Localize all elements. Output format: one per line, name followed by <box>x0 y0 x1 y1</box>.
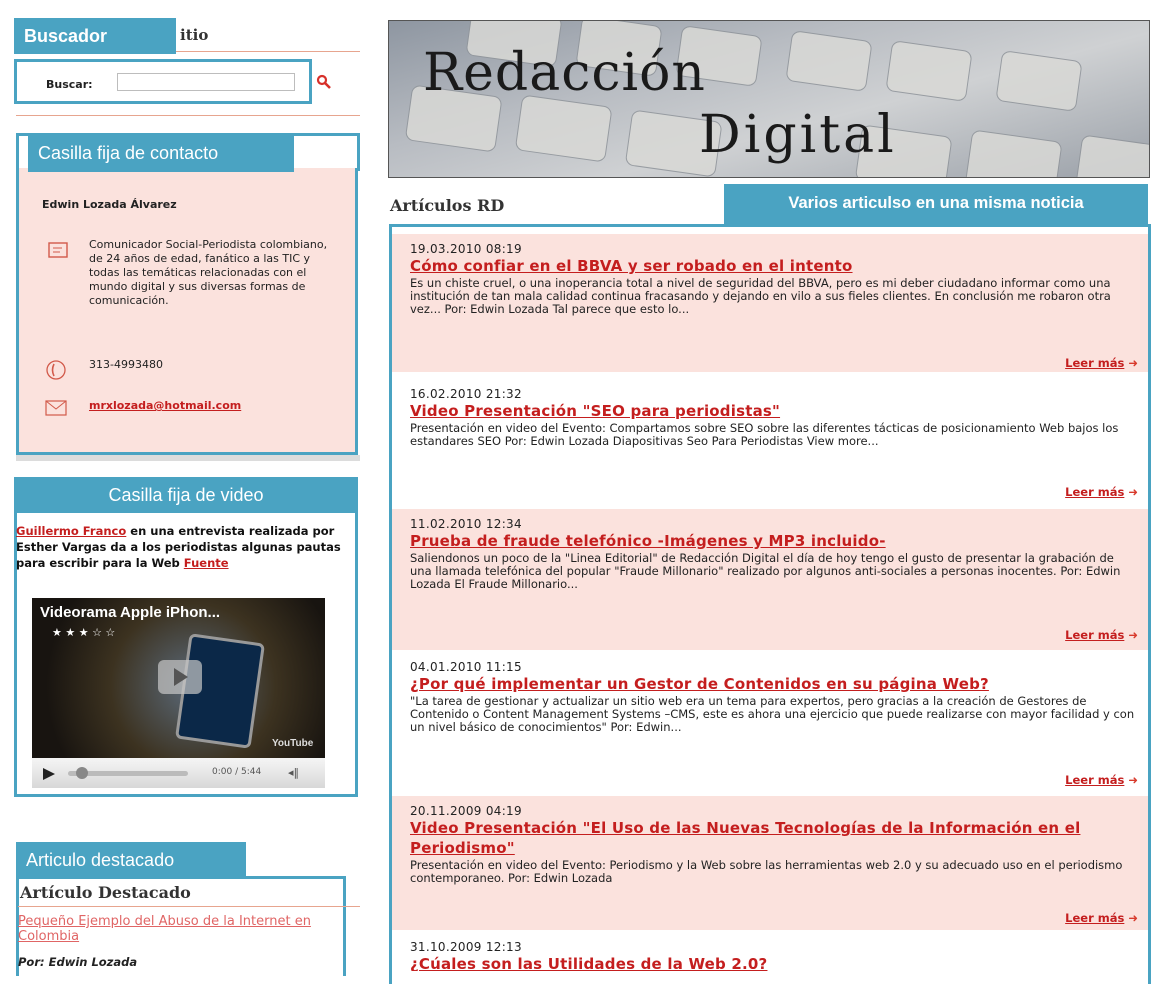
article-summary: Es un chiste cruel, o una inoperancia to… <box>410 276 1111 316</box>
article-date: 16.02.2010 21:32 <box>410 387 522 401</box>
article-date: 11.02.2010 12:34 <box>410 517 522 531</box>
article-summary: "La tarea de gestionar y actualizar un s… <box>410 694 1135 734</box>
divider <box>18 906 360 907</box>
search-label: Buscar: <box>46 78 93 91</box>
read-more-label: Leer más <box>1065 911 1125 925</box>
contact-email-link[interactable]: mrxlozada@hotmail.com <box>89 399 241 413</box>
contact-name: Edwin Lozada Álvarez <box>42 198 177 211</box>
article-date: 04.01.2010 11:15 <box>410 660 522 674</box>
search-input[interactable] <box>117 73 295 91</box>
video-tab-header: Casilla fija de video <box>14 477 358 513</box>
message-icon <box>46 238 70 262</box>
video-description: Guillermo Franco en una entrevista reali… <box>16 523 356 571</box>
contact-phone: 313-4993480 <box>89 358 163 371</box>
video-title: Videorama Apple iPhon... <box>40 604 221 621</box>
arrow-right-icon: ➜ <box>1128 356 1138 370</box>
read-more-label: Leer más <box>1065 773 1125 787</box>
article-item: 04.01.2010 11:15 ¿Por qué implementar un… <box>392 652 1148 794</box>
article-title-link[interactable]: ¿Cúales son las Utilidades de la Web 2.0… <box>410 955 767 971</box>
divider <box>16 115 360 116</box>
progress-handle[interactable] <box>76 767 88 779</box>
article-summary: Presentación en video del Evento: Period… <box>410 858 1123 885</box>
featured-heading: Artículo Destacado <box>20 883 191 902</box>
article-item: 16.02.2010 21:32 Video Presentación "SEO… <box>392 379 1148 507</box>
play-button[interactable] <box>42 766 56 785</box>
article-date: 31.10.2009 12:13 <box>410 940 522 954</box>
play-icon[interactable] <box>158 660 202 694</box>
article-title-link[interactable]: ¿Por qué implementar un Gestor de Conten… <box>410 675 989 693</box>
volume-icon[interactable]: ◂‖ <box>288 766 299 779</box>
articles-tab-header: Varios articulso en una misma noticia <box>724 184 1148 224</box>
banner-title-line1: Redacción <box>423 43 706 103</box>
read-more-label: Leer más <box>1065 628 1125 642</box>
read-more-link[interactable]: Leer más ➜ <box>1065 628 1138 642</box>
search-section-title-suffix: itio <box>180 26 209 44</box>
video-controls: 0:00 / 5:44 ◂‖ <box>32 758 325 788</box>
contact-tab-header: Casilla fija de contacto <box>28 135 294 172</box>
youtube-logo: YouTube <box>272 738 314 749</box>
arrow-right-icon: ➜ <box>1128 911 1138 925</box>
guillermo-franco-link[interactable]: Guillermo Franco <box>16 524 126 538</box>
article-summary: Saliendonos un poco de la "Linea Editori… <box>410 551 1121 591</box>
featured-tab-header: Articulo destacado <box>16 842 246 878</box>
read-more-link[interactable]: Leer más ➜ <box>1065 773 1138 787</box>
article-summary: Presentación en video del Evento: Compar… <box>410 421 1119 448</box>
featured-author: Por: Edwin Lozada <box>18 955 138 969</box>
rating-stars: ★ ★ ★ ☆ ☆ <box>52 626 116 639</box>
article-title-link[interactable]: Video Presentación "El Uso de las Nuevas… <box>410 819 1080 857</box>
arrow-right-icon: ➜ <box>1128 628 1138 642</box>
source-link[interactable]: Fuente <box>184 556 229 570</box>
article-date: 20.11.2009 04:19 <box>410 804 522 818</box>
mail-icon <box>44 396 68 420</box>
video-player[interactable]: Videorama Apple iPhon... ★ ★ ★ ☆ ☆ YouTu… <box>32 598 325 788</box>
read-more-link[interactable]: Leer más ➜ <box>1065 356 1138 370</box>
article-item: 19.03.2010 08:19 Cómo confiar en el BBVA… <box>392 234 1148 372</box>
contact-bio: Comunicador Social-Periodista colombiano… <box>89 238 328 307</box>
search-tab-header: Buscador <box>14 18 176 54</box>
featured-article-link[interactable]: Pequeño Ejemplo del Abuso de la Internet… <box>18 914 328 944</box>
article-date: 19.03.2010 08:19 <box>410 242 522 256</box>
read-more-link[interactable]: Leer más ➜ <box>1065 911 1138 925</box>
video-time: 0:00 / 5:44 <box>212 767 262 777</box>
read-more-link[interactable]: Leer más ➜ <box>1065 485 1138 499</box>
read-more-label: Leer más <box>1065 485 1125 499</box>
arrow-right-icon: ➜ <box>1128 773 1138 787</box>
read-more-label: Leer más <box>1065 356 1125 370</box>
magnifier-icon[interactable] <box>316 74 332 90</box>
banner-title-line2: Digital <box>699 105 897 165</box>
article-title-link[interactable]: Video Presentación "SEO para periodistas… <box>410 402 780 420</box>
phone-icon <box>44 358 68 382</box>
article-item: 11.02.2010 12:34 Prueba de fraude telefó… <box>392 509 1148 650</box>
arrow-right-icon: ➜ <box>1128 485 1138 499</box>
contact-panel-bottom-bar <box>16 455 360 461</box>
site-banner: Redacción Digital <box>388 20 1150 178</box>
article-title-link[interactable]: Prueba de fraude telefónico -Imágenes y … <box>410 532 886 550</box>
article-item: 31.10.2009 12:13 ¿Cúales son las Utilida… <box>392 932 1148 971</box>
article-title-link[interactable]: Cómo confiar en el BBVA y ser robado en … <box>410 257 853 275</box>
articles-title: Artículos RD <box>390 196 505 215</box>
article-item: 20.11.2009 04:19 Video Presentación "El … <box>392 796 1148 930</box>
